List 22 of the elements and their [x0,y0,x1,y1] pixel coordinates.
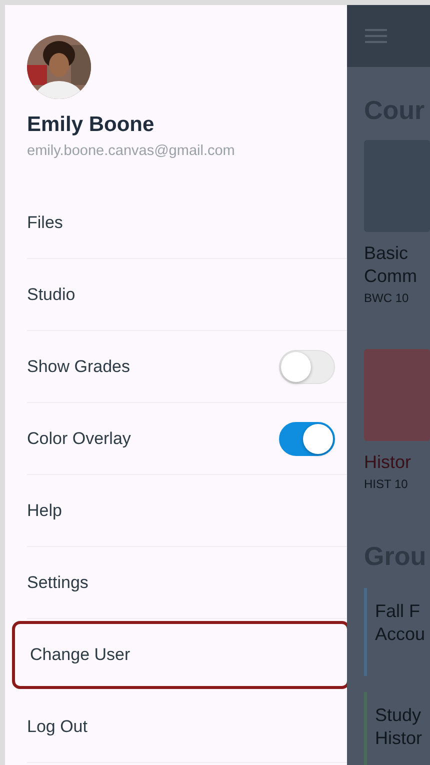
menu-item[interactable]: Log Out [27,716,88,736]
user-name: Emily Boone [27,113,156,137]
group-subtitle: Histor [375,727,424,750]
menu-item[interactable]: Color Overlay [27,428,131,448]
course-card[interactable] [364,349,430,441]
course-title: Basic [364,242,410,265]
menu-item[interactable]: Files [27,212,63,232]
menu-item[interactable]: Settings [27,572,88,592]
group-title: Study [375,704,422,727]
user-email: emily.boone.canvas@gmail.com [27,143,236,159]
menu-icon[interactable] [365,28,387,44]
course-code: BWC 10 [364,291,410,305]
group-title: Fall F [375,600,421,623]
menu-item[interactable]: Change User [30,645,130,665]
menu-item[interactable]: Studio [27,284,76,304]
course-title: Comm [364,265,418,288]
menu-item[interactable]: Show Grades [27,356,130,376]
menu-item[interactable]: Help [27,500,62,520]
group-subtitle: Accou [375,623,426,646]
course-title: Histor [364,451,412,474]
course-code: HIST 10 [364,477,409,491]
toggle-switch[interactable] [279,422,335,456]
